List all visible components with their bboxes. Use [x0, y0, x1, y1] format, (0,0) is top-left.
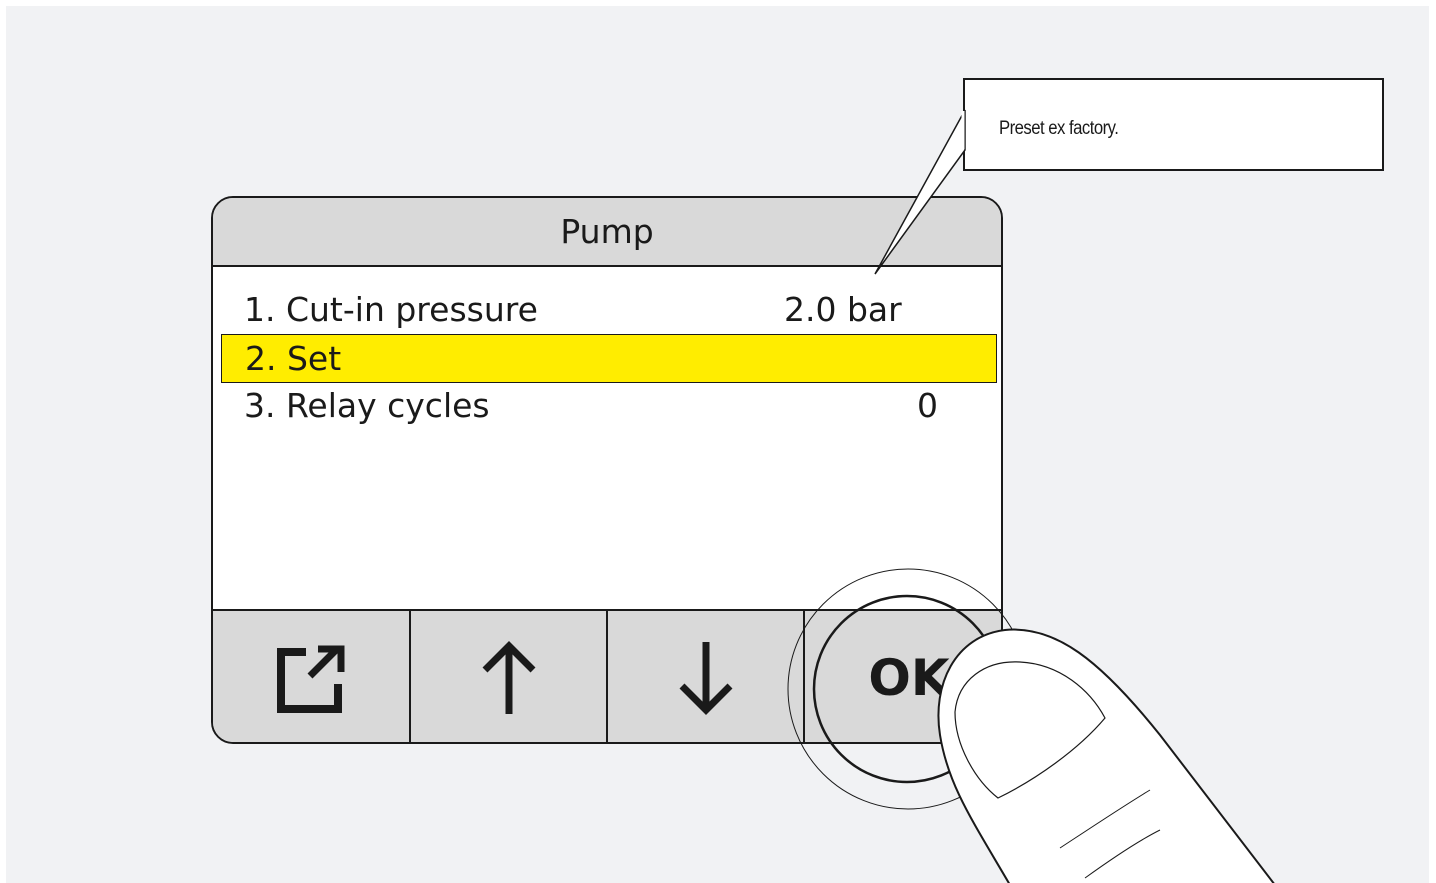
menu-item-cut-in-pressure[interactable]: 1. Cut-in pressure 2.0 bar: [221, 286, 997, 335]
menu-item-set[interactable]: 2. Set: [221, 334, 997, 383]
button-bar: OK: [213, 609, 1001, 742]
menu-item-label: 2. Set: [245, 339, 342, 378]
menu-item-relay-cycles[interactable]: 3. Relay cycles 0: [221, 382, 997, 431]
menu-item-label: 3. Relay cycles: [244, 386, 490, 425]
down-button[interactable]: [608, 611, 805, 742]
control-panel-display: Pump 1. Cut-in pressure 2.0 bar 2. Set 3…: [211, 196, 1003, 744]
arrow-down-icon: [679, 641, 732, 715]
ok-label: OK: [868, 648, 950, 707]
ok-button[interactable]: OK: [805, 611, 1001, 742]
exit-button[interactable]: [213, 611, 411, 742]
callout-box: Preset ex factory.: [963, 78, 1384, 171]
menu-item-value: 0: [917, 386, 938, 425]
screen-title-bar: Pump: [213, 198, 1001, 267]
callout-text: Preset ex factory.: [999, 118, 1119, 139]
menu-item-value: 2.0 bar: [784, 290, 902, 329]
up-button[interactable]: [411, 611, 608, 742]
screen-title: Pump: [560, 212, 654, 251]
menu-item-label: 1. Cut-in pressure: [244, 290, 538, 329]
arrow-up-icon: [482, 640, 535, 714]
external-exit-icon: [277, 645, 345, 713]
